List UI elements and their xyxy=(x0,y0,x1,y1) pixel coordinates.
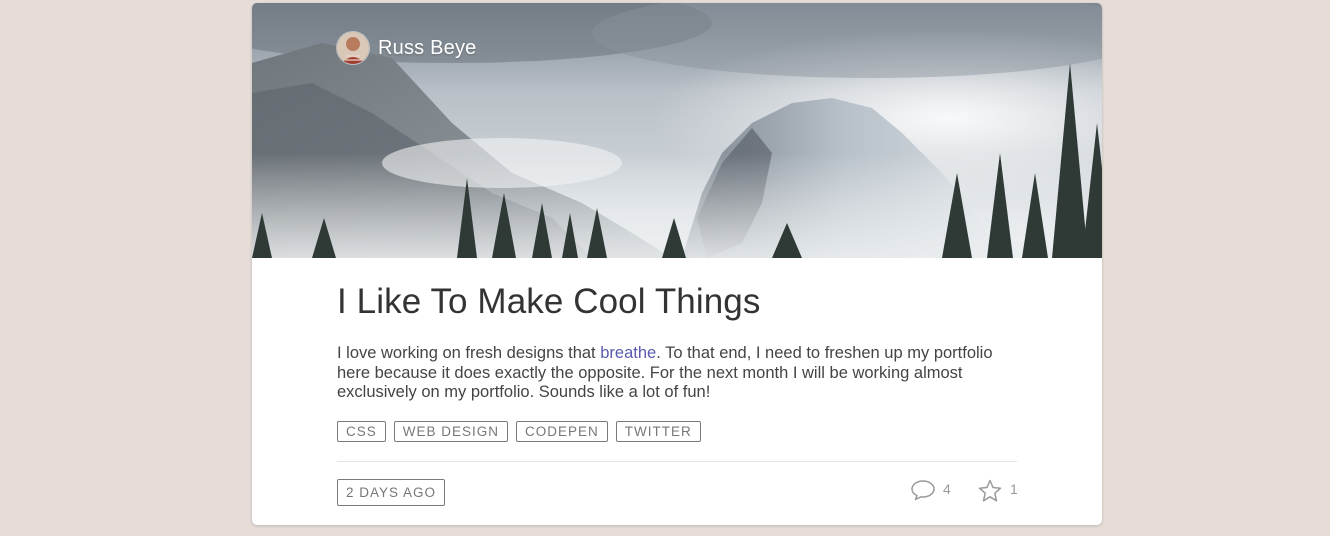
tag-web-design[interactable]: WEB DESIGN xyxy=(393,421,509,442)
author-name[interactable]: Russ Beye xyxy=(378,37,477,60)
post-card: Russ Beye I Like To Make Cool Things I l… xyxy=(252,3,1102,525)
tag-twitter[interactable]: TWITTER xyxy=(615,421,701,442)
stars-stat[interactable]: 1 xyxy=(977,478,1018,507)
hero-image: Russ Beye xyxy=(252,3,1102,258)
tag-codepen[interactable]: CODEPEN xyxy=(516,421,608,442)
author[interactable]: Russ Beye xyxy=(337,32,477,64)
comments-stat[interactable]: 4 xyxy=(910,478,951,505)
divider xyxy=(337,461,1017,462)
post-body: I love working on fresh designs that bre… xyxy=(337,344,1017,403)
star-icon xyxy=(977,478,1003,507)
comments-count: 4 xyxy=(943,481,951,497)
post-title: I Like To Make Cool Things xyxy=(337,282,761,321)
tag-list: CSS WEB DESIGN CODEPEN TWITTER xyxy=(337,421,709,442)
stars-count: 1 xyxy=(1010,481,1018,497)
tag-css[interactable]: CSS xyxy=(337,421,386,442)
posted-time-badge: 2 DAYS AGO xyxy=(337,479,446,506)
avatar[interactable] xyxy=(337,32,369,64)
post-body-text-start: I love working on fresh designs that xyxy=(337,344,601,362)
speech-bubble-icon xyxy=(910,478,936,505)
breathe-link[interactable]: breathe xyxy=(600,344,656,362)
